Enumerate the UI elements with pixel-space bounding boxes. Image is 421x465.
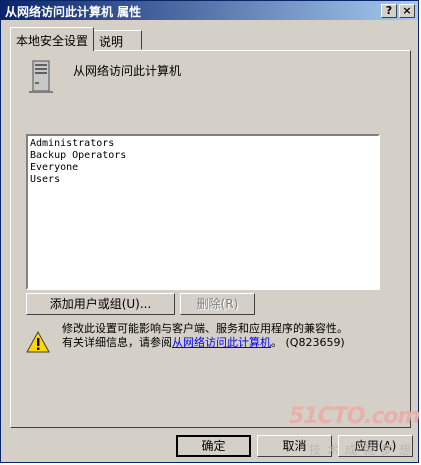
warning-suffix: 。 (Q823659): [271, 336, 345, 349]
policy-name: 从网络访问此计算机: [73, 64, 182, 78]
warning-text: 修改此设置可能影响与客户端、服务和应用程序的兼容性。 有关详细信息，请参阅从网络…: [62, 322, 348, 350]
list-item[interactable]: Administrators: [30, 138, 376, 150]
properties-dialog: 从网络访问此计算机 属性 ? × 本地安全设置 说明 从网络访问此计算机 Adm…: [0, 0, 420, 463]
list-item[interactable]: Everyone: [30, 162, 376, 174]
remove-button[interactable]: 删除(R): [180, 293, 255, 315]
warning-prefix: 有关详细信息，请参阅: [62, 336, 172, 349]
warning-icon: [26, 331, 50, 353]
warning-line-1: 修改此设置可能影响与客户端、服务和应用程序的兼容性。: [62, 322, 348, 335]
tab-panel: 从网络访问此计算机 Administrators Backup Operator…: [10, 50, 411, 428]
tab-explain[interactable]: 说明: [93, 30, 142, 50]
title-bar[interactable]: 从网络访问此计算机 属性 ? ×: [1, 1, 418, 20]
watermark-slogan: 技术成就梦想: [309, 443, 418, 457]
window-title: 从网络访问此计算机 属性: [5, 5, 142, 19]
members-listbox[interactable]: Administrators Backup Operators Everyone…: [26, 134, 380, 290]
watermark-logo: 51CTO.com: [289, 404, 420, 429]
help-link[interactable]: 从网络访问此计算机: [172, 336, 271, 349]
help-icon[interactable]: ?: [381, 4, 397, 18]
tab-local-security-setting[interactable]: 本地安全设置: [10, 27, 95, 51]
list-item[interactable]: Backup Operators: [30, 150, 376, 162]
server-icon: [29, 60, 53, 93]
close-icon[interactable]: ×: [399, 4, 415, 18]
add-user-or-group-button[interactable]: 添加用户或组(U)...: [26, 293, 175, 315]
warning-line-2: 有关详细信息，请参阅从网络访问此计算机。 (Q823659): [62, 336, 348, 350]
ok-button[interactable]: 确定: [176, 435, 251, 457]
list-item[interactable]: Users: [30, 174, 376, 186]
